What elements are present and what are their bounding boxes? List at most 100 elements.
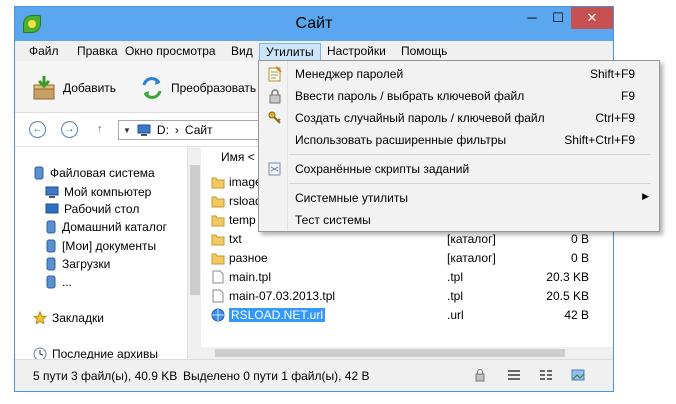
file-size: 42 B bbox=[564, 308, 589, 322]
menu-utilities[interactable]: Утилиты bbox=[259, 43, 321, 61]
tree-item-desktop[interactable]: Рабочий стол bbox=[45, 201, 139, 217]
menu-view[interactable]: Вид bbox=[225, 43, 259, 61]
file-size: 20.5 KB bbox=[546, 289, 589, 303]
tree-item-label: ... bbox=[62, 275, 73, 289]
file-name: temp bbox=[229, 213, 256, 227]
lock-icon bbox=[269, 89, 281, 104]
menu-separator bbox=[289, 183, 651, 184]
book-icon bbox=[46, 275, 56, 289]
tree-scrollbar[interactable] bbox=[187, 147, 201, 359]
lock-icon[interactable] bbox=[473, 368, 487, 382]
address-drive[interactable]: D: bbox=[157, 123, 169, 137]
menu-item-shortcut: Ctrl+F9 bbox=[595, 111, 635, 125]
tree-item-my-computer[interactable]: Мой компьютер bbox=[45, 184, 151, 200]
tree-item-label: Рабочий стол bbox=[64, 202, 140, 216]
status-bar: 5 пути 3 файл(ы), 40.9 KB Выделено 0 пут… bbox=[15, 359, 613, 391]
menu-edit[interactable]: Правка bbox=[71, 43, 124, 61]
menu-item-enter-password[interactable]: Ввести пароль / выбрать ключевой файл F9 bbox=[259, 85, 659, 107]
file-name: rsload bbox=[229, 194, 262, 208]
menu-item-saved-scripts[interactable]: Сохранённые скрипты заданий bbox=[259, 158, 659, 180]
up-button[interactable]: ↑ bbox=[97, 123, 103, 135]
menu-item-label: Сохранённые скрипты заданий bbox=[295, 162, 470, 176]
hscrollbar-thumb[interactable] bbox=[215, 349, 565, 357]
menu-item-system-test[interactable]: Тест системы bbox=[259, 209, 659, 231]
address-folder[interactable]: Сайт bbox=[185, 123, 213, 137]
tree-item-label: Мой компьютер bbox=[64, 185, 152, 199]
menu-item-password-manager[interactable]: Менеджер паролей Shift+F9 bbox=[259, 63, 659, 85]
computer-icon bbox=[45, 186, 59, 198]
tree-item-more[interactable]: ... bbox=[45, 274, 72, 290]
file-ext: [каталог] bbox=[447, 232, 496, 246]
menu-item-label: Системные утилиты bbox=[295, 191, 408, 205]
file-row[interactable]: main.tpl .tpl 20.3 KB bbox=[207, 268, 603, 287]
file-row[interactable]: main-07.03.2013.tpl .tpl 20.5 KB bbox=[207, 287, 603, 306]
convert-button-label: Преобразовать bbox=[171, 81, 257, 95]
menu-item-advanced-filters[interactable]: Использовать расширенные фильтры Shift+C… bbox=[259, 129, 659, 151]
tree-item-filesystem[interactable]: Файловая система bbox=[33, 165, 155, 181]
file-ext: .url bbox=[447, 308, 464, 322]
tree-item-home[interactable]: Домашний каталог bbox=[45, 219, 167, 235]
script-icon bbox=[268, 162, 281, 176]
title-bar[interactable]: Сайт ─ ☐ ✕ bbox=[15, 7, 613, 41]
file-row[interactable]: txt [каталог] 0 B bbox=[207, 230, 603, 249]
back-button[interactable]: ← bbox=[29, 121, 46, 138]
file-size: 0 B bbox=[570, 232, 589, 246]
file-ext: [каталог] bbox=[447, 251, 496, 265]
menu-item-shortcut: Shift+Ctrl+F9 bbox=[564, 133, 635, 147]
menu-view-window[interactable]: Окно просмотра bbox=[119, 43, 222, 61]
file-name: main-07.03.2013.tpl bbox=[229, 289, 336, 303]
file-name: txt bbox=[229, 232, 242, 246]
folder-icon bbox=[211, 177, 225, 189]
address-path[interactable]: ▼ D: › Сайт bbox=[118, 120, 268, 140]
tree-item-label: Закладки bbox=[52, 311, 104, 325]
tree-item-label: Домашний каталог bbox=[62, 220, 167, 234]
convert-button[interactable]: Преобразовать bbox=[139, 75, 256, 101]
convert-arrows-icon bbox=[142, 77, 162, 99]
file-row-selected[interactable]: RSLOAD.NET.url .url 42 B bbox=[207, 306, 603, 325]
add-button[interactable]: Добавить bbox=[31, 75, 116, 101]
menu-item-shortcut: Shift+F9 bbox=[589, 67, 635, 81]
maximize-button[interactable]: ☐ bbox=[545, 7, 571, 29]
folder-icon bbox=[211, 253, 225, 265]
menu-item-label: Использовать расширенные фильтры bbox=[295, 133, 507, 147]
book-icon bbox=[46, 257, 56, 271]
desktop-icon bbox=[45, 203, 59, 214]
thumbnail-view-icon[interactable] bbox=[571, 368, 585, 382]
menu-settings[interactable]: Настройки bbox=[321, 43, 392, 61]
status-selected: Выделено 0 пути 1 файл(ы), 42 B bbox=[183, 369, 370, 383]
menu-item-label: Ввести пароль / выбрать ключевой файл bbox=[295, 89, 525, 103]
document-icon bbox=[212, 270, 224, 284]
minimize-button[interactable]: ─ bbox=[519, 7, 545, 29]
tree-item-documents[interactable]: [Мои] документы bbox=[45, 238, 156, 254]
tree-item-downloads[interactable]: Загрузки bbox=[45, 256, 110, 272]
status-total: 5 пути 3 файл(ы), 40.9 KB bbox=[33, 369, 178, 383]
folder-icon bbox=[211, 234, 225, 246]
close-button[interactable]: ✕ bbox=[571, 7, 613, 29]
file-ext: .tpl bbox=[447, 270, 464, 284]
key-tools-icon bbox=[268, 111, 281, 124]
menu-item-label: Тест системы bbox=[295, 213, 371, 227]
folder-icon bbox=[211, 215, 225, 227]
list-view-icon[interactable] bbox=[539, 368, 553, 382]
details-view-icon[interactable] bbox=[507, 368, 521, 382]
tree-item-bookmarks[interactable]: Закладки bbox=[33, 310, 104, 326]
file-size: 20.3 KB bbox=[546, 270, 589, 284]
address-dropdown-icon[interactable]: ▼ bbox=[123, 126, 131, 135]
notepad-icon bbox=[268, 66, 282, 82]
file-row[interactable]: разное [каталог] 0 B bbox=[207, 249, 603, 268]
menu-bar: Файл Правка Окно просмотра Вид Утилиты Н… bbox=[15, 41, 613, 61]
menu-item-random-password[interactable]: Создать случайный пароль / ключевой файл… bbox=[259, 107, 659, 129]
folder-tree: Файловая система Мой компьютер Рабочий с… bbox=[15, 147, 191, 361]
submenu-arrow-icon: ▶ bbox=[642, 191, 649, 201]
folder-icon bbox=[211, 196, 225, 208]
tree-scrollbar-thumb[interactable] bbox=[190, 165, 200, 295]
menu-file[interactable]: Файл bbox=[23, 43, 65, 61]
tree-item-label: Загрузки bbox=[62, 257, 111, 271]
menu-item-label: Создать случайный пароль / ключевой файл bbox=[295, 111, 545, 125]
menu-item-system-utilities[interactable]: Системные утилиты ▶ bbox=[259, 187, 659, 209]
forward-button[interactable]: → bbox=[61, 121, 78, 138]
column-header-name[interactable]: Имя < bbox=[221, 147, 255, 167]
tree-item-label: [Мои] документы bbox=[62, 239, 157, 253]
menu-help[interactable]: Помощь bbox=[395, 43, 453, 61]
file-list-hscrollbar[interactable] bbox=[201, 347, 613, 359]
